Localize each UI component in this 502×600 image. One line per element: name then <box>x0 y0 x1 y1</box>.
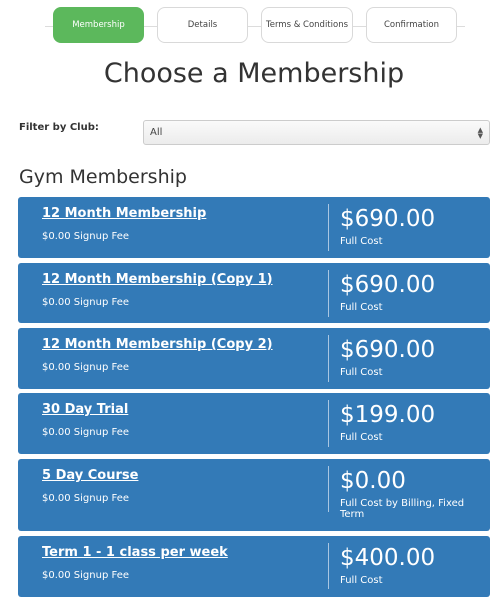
membership-name-link[interactable]: 12 Month Membership <box>42 206 206 221</box>
step-terms-conditions[interactable]: Terms & Conditions <box>261 7 353 43</box>
signup-fee: $0.00 Signup Fee <box>42 570 129 581</box>
membership-price: $690.00 <box>340 337 436 363</box>
membership-price: $199.00 <box>340 402 436 428</box>
membership-name-link[interactable]: 5 Day Course <box>42 468 138 483</box>
step-confirmation[interactable]: Confirmation <box>366 7 457 43</box>
membership-card[interactable]: 30 Day Trial $0.00 Signup Fee $199.00 Fu… <box>18 393 490 454</box>
membership-price: $690.00 <box>340 206 436 232</box>
card-divider <box>328 543 329 589</box>
membership-price: $400.00 <box>340 545 436 571</box>
cost-label: Full Cost <box>340 432 383 443</box>
card-divider <box>328 204 329 251</box>
signup-fee: $0.00 Signup Fee <box>42 427 129 438</box>
cost-label: Full Cost <box>340 367 383 378</box>
cost-label: Full Cost <box>340 575 383 586</box>
membership-card[interactable]: Term 1 - 1 class per week $0.00 Signup F… <box>18 536 490 597</box>
membership-name-link[interactable]: 30 Day Trial <box>42 402 128 417</box>
card-divider <box>328 400 329 447</box>
select-arrows-icon: ▲ ▼ <box>477 126 483 140</box>
membership-name-link[interactable]: 12 Month Membership (Copy 2) <box>42 337 273 352</box>
card-divider <box>328 270 329 317</box>
membership-price: $0.00 <box>340 468 406 494</box>
section-title: Gym Membership <box>19 166 187 188</box>
membership-name-link[interactable]: 12 Month Membership (Copy 1) <box>42 272 273 287</box>
cost-label: Full Cost <box>340 236 383 247</box>
club-filter-value: All <box>150 127 163 138</box>
filter-label: Filter by Club: <box>19 122 99 133</box>
cost-label: Full Cost by Billing, Fixed Term <box>340 498 465 520</box>
signup-fee: $0.00 Signup Fee <box>42 231 129 242</box>
membership-card[interactable]: 12 Month Membership $0.00 Signup Fee $69… <box>18 197 490 258</box>
step-membership[interactable]: Membership <box>53 7 144 43</box>
card-divider <box>328 466 329 512</box>
membership-card[interactable]: 12 Month Membership (Copy 1) $0.00 Signu… <box>18 263 490 323</box>
cost-label: Full Cost <box>340 302 383 313</box>
step-details[interactable]: Details <box>157 7 248 43</box>
membership-card[interactable]: 5 Day Course $0.00 Signup Fee $0.00 Full… <box>18 459 490 531</box>
signup-fee: $0.00 Signup Fee <box>42 493 129 504</box>
membership-price: $690.00 <box>340 272 436 298</box>
signup-fee: $0.00 Signup Fee <box>42 362 129 373</box>
membership-card[interactable]: 12 Month Membership (Copy 2) $0.00 Signu… <box>18 328 490 389</box>
card-divider <box>328 335 329 382</box>
membership-name-link[interactable]: Term 1 - 1 class per week <box>42 545 228 560</box>
page-title: Choose a Membership <box>103 58 405 89</box>
signup-fee: $0.00 Signup Fee <box>42 297 129 308</box>
progress-steps: Membership Details Terms & Conditions Co… <box>0 7 502 45</box>
club-filter-select[interactable]: All ▲ ▼ <box>143 120 490 145</box>
